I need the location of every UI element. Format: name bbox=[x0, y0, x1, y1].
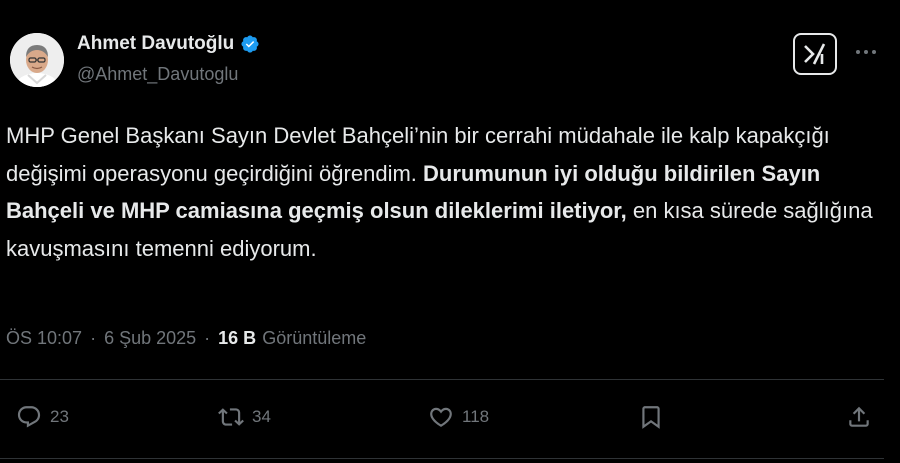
tweet-text: MHP Genel Başkanı Sayın Devlet Bahçeli’n… bbox=[6, 117, 876, 267]
share-icon bbox=[849, 406, 869, 427]
like-count: 118 bbox=[462, 407, 490, 426]
tweet-date[interactable]: 6 Şub 2025 bbox=[104, 328, 196, 349]
author-name[interactable]: Ahmet Davutoğlu bbox=[77, 33, 234, 55]
verified-badge-icon[interactable] bbox=[240, 34, 260, 54]
like-button[interactable]: 118 bbox=[428, 404, 489, 430]
grok-button[interactable] bbox=[793, 33, 837, 75]
views-label: Görüntüleme bbox=[262, 328, 367, 348]
more-icon[interactable] bbox=[856, 44, 880, 60]
repost-count: 34 bbox=[252, 407, 271, 426]
repost-icon bbox=[218, 408, 244, 426]
divider-bottom bbox=[0, 458, 884, 459]
bookmark-button[interactable] bbox=[638, 404, 664, 430]
reply-icon bbox=[17, 406, 41, 428]
reply-button[interactable]: 23 bbox=[16, 404, 69, 430]
share-button[interactable] bbox=[846, 404, 872, 430]
avatar-image bbox=[10, 33, 64, 87]
author-handle[interactable]: @Ahmet_Davutoglu bbox=[77, 64, 238, 85]
views-count: 16 B bbox=[218, 328, 257, 348]
author-row: Ahmet Davutoğlu bbox=[77, 33, 260, 55]
tweet-meta: ÖS 10:07 · 6 Şub 2025 · 16 B Görüntüleme bbox=[6, 328, 366, 349]
divider bbox=[0, 379, 884, 380]
meta-separator: · bbox=[90, 328, 97, 348]
avatar[interactable] bbox=[10, 33, 64, 87]
grok-icon bbox=[804, 43, 826, 65]
bookmark-icon bbox=[642, 406, 660, 429]
reply-count: 23 bbox=[50, 407, 69, 426]
repost-button[interactable]: 34 bbox=[218, 404, 271, 430]
meta-separator: · bbox=[204, 328, 211, 348]
like-icon bbox=[430, 407, 452, 427]
tweet-time[interactable]: ÖS 10:07 bbox=[6, 328, 82, 349]
